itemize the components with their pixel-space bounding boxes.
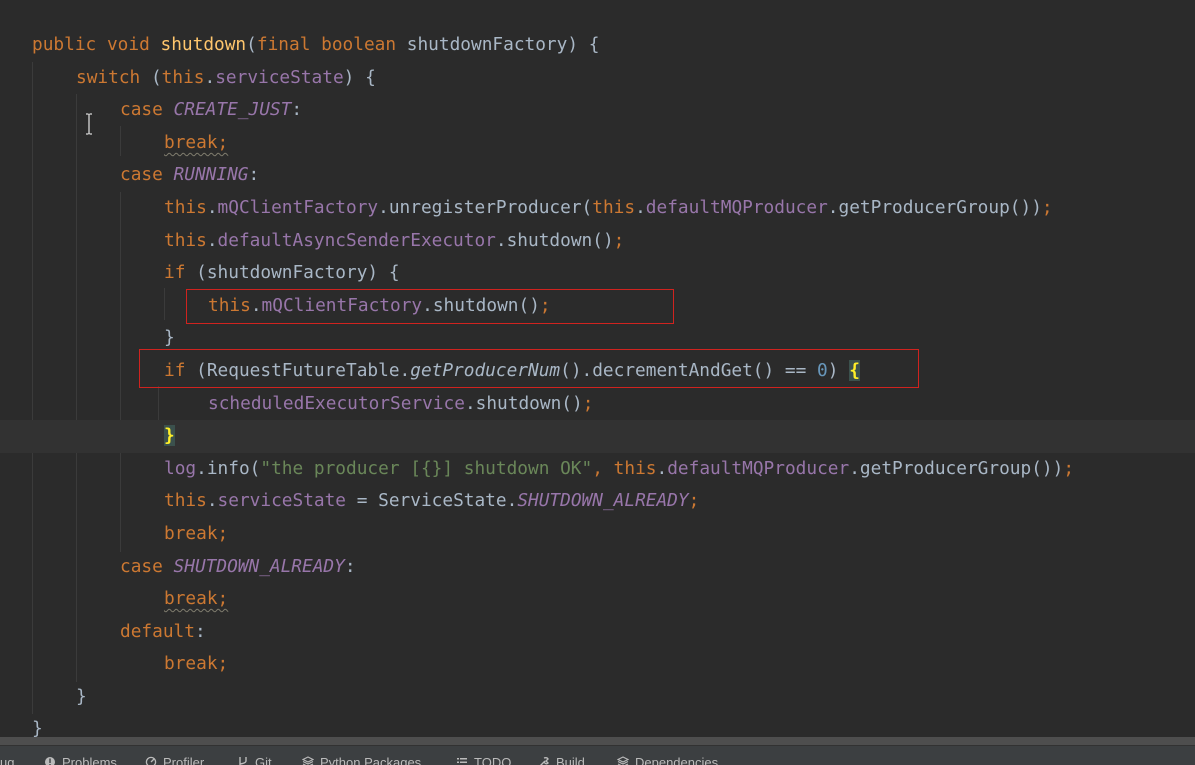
field-token: serviceState: [215, 66, 344, 88]
keyword-token: case: [120, 99, 163, 121]
keyword-token: switch: [76, 66, 141, 88]
code-token: :: [248, 164, 260, 186]
keyword-token: this: [164, 229, 207, 251]
field-token: scheduledExecutorService: [208, 392, 465, 414]
code-editor[interactable]: public void shutdown(final boolean shutd…: [0, 0, 1195, 738]
code-token: shutdownFactory) {: [396, 34, 600, 55]
keyword-token: this: [592, 196, 636, 218]
keyword-token: void: [106, 34, 150, 55]
horizontal-scrollbar[interactable]: [0, 737, 1195, 745]
code-line[interactable]: this.mQClientFactory.unregisterProducer(…: [0, 192, 1195, 225]
keyword-token: boolean: [321, 34, 397, 55]
code-line[interactable]: if (shutdownFactory) {: [0, 257, 1195, 290]
code-token: ;: [688, 490, 700, 512]
keyword-token: this: [161, 66, 205, 88]
field-token: log: [164, 457, 197, 479]
code-token: = ServiceState.: [346, 490, 518, 512]
code-token: .getProducerGroup()): [827, 196, 1042, 218]
code-token: ;: [1041, 196, 1053, 218]
code-line[interactable]: break;: [0, 648, 1195, 681]
code-token: .: [656, 457, 668, 479]
keyword-token: default: [120, 620, 195, 642]
code-line[interactable]: scheduledExecutorService.shutdown();: [0, 388, 1195, 421]
code-line[interactable]: case SHUTDOWN_ALREADY:: [0, 551, 1195, 584]
string-token: "the producer [{}] shutdown OK": [260, 457, 593, 479]
code-token: (: [140, 66, 162, 88]
keyword-token: if: [164, 262, 186, 284]
code-token: .: [204, 66, 216, 88]
code-line[interactable]: case CREATE_JUST:: [0, 94, 1195, 127]
code-token: .: [206, 196, 218, 218]
keyword-token: public: [32, 34, 97, 55]
field-token: defaultAsyncSenderExecutor: [217, 229, 496, 251]
text-cursor-icon: [86, 113, 92, 135]
code-token: .info(: [196, 457, 261, 479]
keyword-token: break;: [164, 653, 229, 675]
code-token: .: [206, 490, 218, 512]
keyword-token: case: [120, 164, 163, 186]
keyword-token: case: [120, 555, 163, 577]
keyword-token: break;: [164, 588, 229, 610]
code-line[interactable]: case RUNNING:: [0, 159, 1195, 192]
keyword-token: final: [256, 34, 311, 55]
code-token: }: [76, 685, 87, 707]
code-line[interactable]: break;: [0, 127, 1195, 160]
constant-token: SHUTDOWN_ALREADY: [173, 555, 345, 577]
code-token: .: [206, 229, 218, 251]
code-token: ,: [592, 457, 614, 479]
method-name-token: shutdown: [160, 34, 247, 55]
matched-brace: }: [164, 425, 175, 447]
code-line[interactable]: log.info("the producer [{}] shutdown OK"…: [0, 453, 1195, 486]
code-token: (shutdownFactory) {: [185, 262, 400, 284]
code-line[interactable]: switch (this.serviceState) {: [0, 62, 1195, 95]
constant-token: CREATE_JUST: [173, 99, 292, 121]
code-token: .: [635, 196, 646, 218]
field-token: mQClientFactory: [217, 196, 379, 218]
code-line[interactable]: public void shutdown(final boolean shutd…: [0, 29, 1195, 62]
code-line[interactable]: default:: [0, 616, 1195, 649]
code-token: :: [194, 620, 206, 642]
code-token: ) {: [343, 66, 376, 88]
tool-window-bar: ug Problems Profiler Git Python Packages…: [0, 745, 1195, 765]
code-line[interactable]: break;: [0, 583, 1195, 616]
keyword-token: break;: [164, 522, 229, 544]
code-token: ;: [1063, 457, 1075, 479]
code-token: }: [164, 327, 175, 349]
code-line[interactable]: this.defaultAsyncSenderExecutor.shutdown…: [0, 225, 1195, 258]
current-code-line[interactable]: }: [0, 420, 1195, 453]
annotation-box-if-decrement: [139, 349, 919, 388]
code-line[interactable]: break;: [0, 518, 1195, 551]
code-token: .shutdown(): [464, 392, 583, 414]
code-token: .shutdown(): [495, 229, 614, 251]
code-token: :: [291, 99, 303, 121]
keyword-token: this: [164, 196, 207, 218]
code-token: (: [246, 34, 257, 55]
field-token: defaultMQProducer: [645, 196, 828, 218]
constant-token: RUNNING: [173, 164, 249, 186]
keyword-token: this: [164, 490, 207, 512]
annotation-box-mqclientfactory-shutdown: [186, 289, 674, 324]
code-token: }: [32, 718, 43, 738]
code-token: :: [344, 555, 356, 577]
code-token: ;: [613, 229, 625, 251]
code-line[interactable]: }: [0, 681, 1195, 714]
code-token: .getProducerGroup()): [849, 457, 1064, 479]
field-token: defaultMQProducer: [667, 457, 850, 479]
code-line[interactable]: }: [0, 713, 1195, 738]
keyword-token: break;: [164, 131, 229, 153]
field-token: serviceState: [217, 490, 347, 512]
code-line[interactable]: this.serviceState = ServiceState.SHUTDOW…: [0, 485, 1195, 518]
code-token: .unregisterProducer(: [378, 196, 593, 218]
code-token: ;: [582, 392, 594, 414]
keyword-token: this: [613, 457, 657, 479]
constant-token: SHUTDOWN_ALREADY: [517, 490, 689, 512]
